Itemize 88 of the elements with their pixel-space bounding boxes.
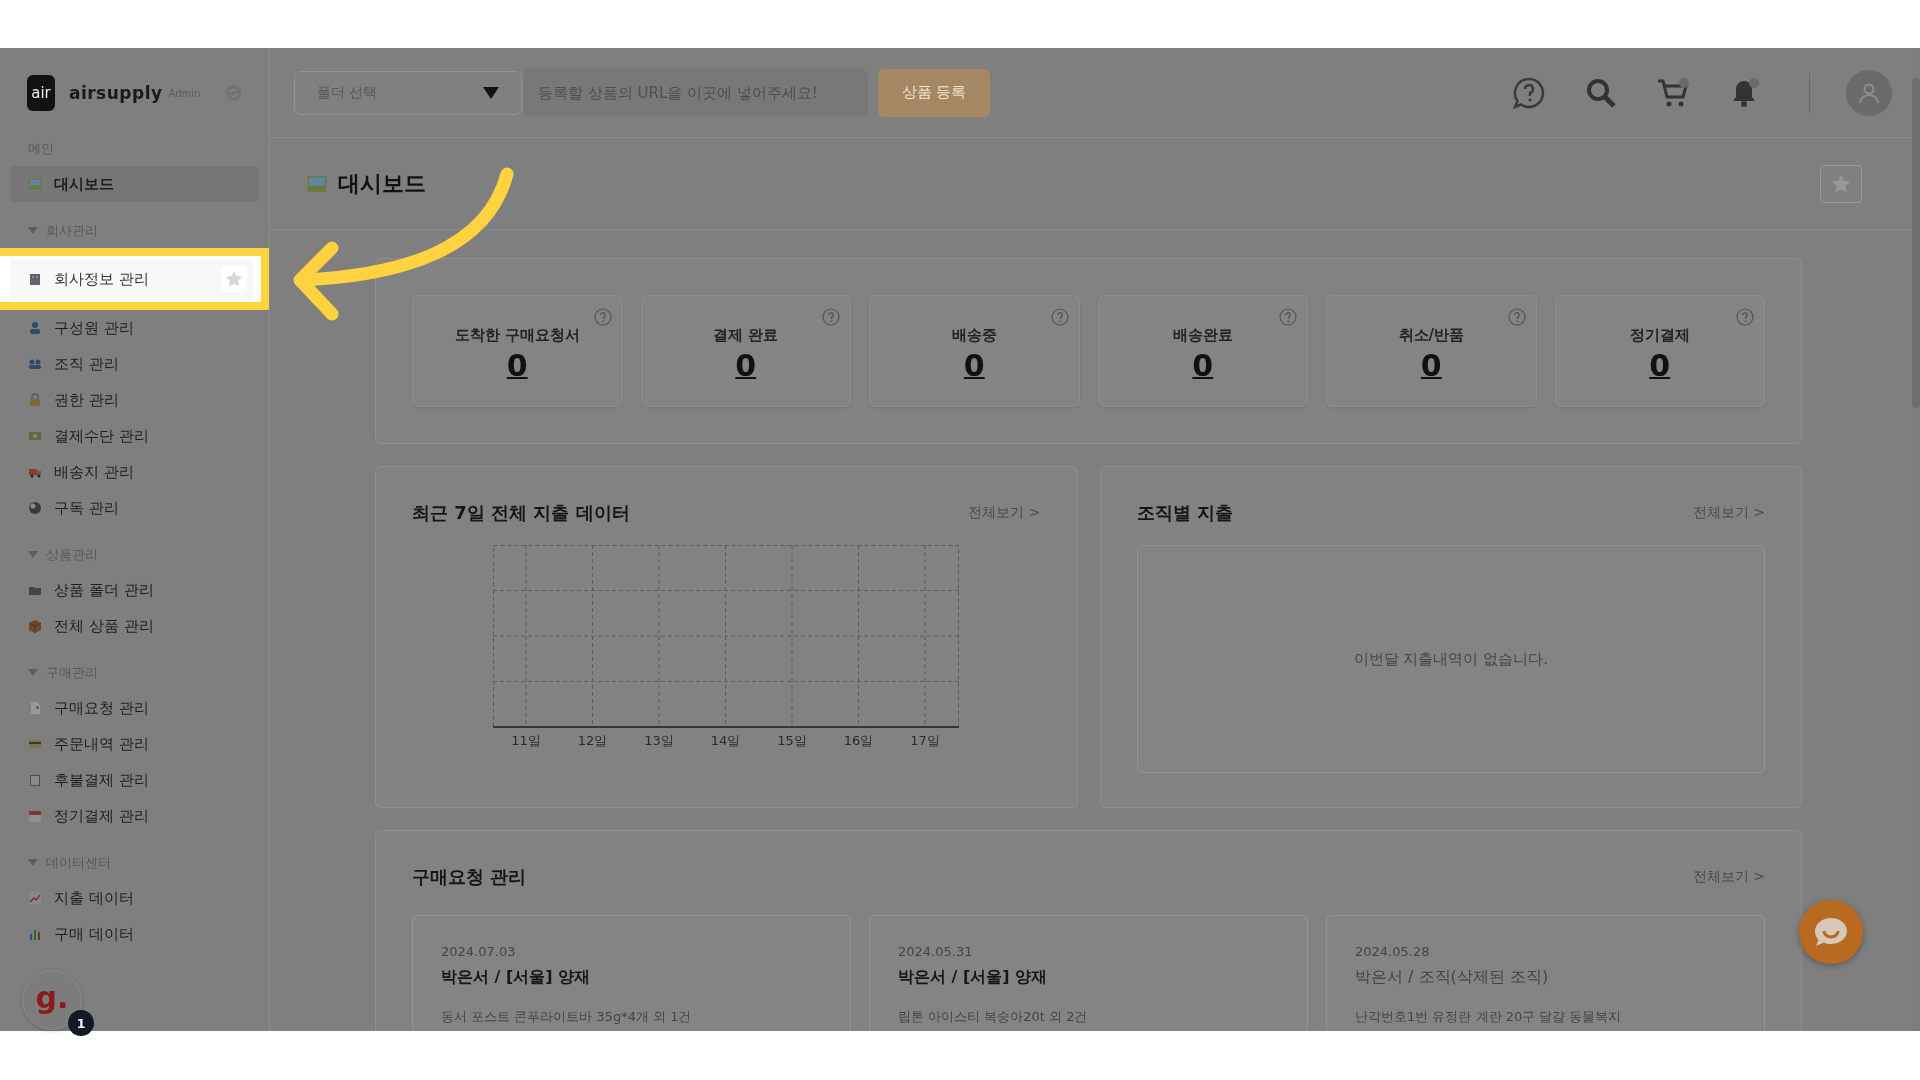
request-card[interactable]: 2024.05.31 박은서 / [서울] 양재 립톤 아이스티 복숭아20t 외 2건 bbox=[869, 915, 1308, 1031]
request-title: 박은서 / 조직(삭제된 조직) bbox=[1355, 967, 1550, 988]
brand-logo: air bbox=[27, 75, 55, 111]
stat-value[interactable]: 0 bbox=[735, 349, 757, 382]
empty-message: 이번달 지출내역이 없습니다. bbox=[1353, 649, 1548, 669]
caret-icon bbox=[483, 86, 499, 99]
sidebar-item[interactable]: 전체 상품 관리 bbox=[10, 608, 259, 644]
panel-title: 조직별 지출 bbox=[1136, 501, 1233, 525]
axis-label: 14일 bbox=[711, 733, 741, 748]
register-button[interactable]: 상품 등록 bbox=[878, 68, 990, 117]
stat-value[interactable]: 0 bbox=[1420, 349, 1442, 382]
request-date: 2024.05.31 bbox=[898, 944, 974, 959]
sidebar-item[interactable]: 상품 폴더 관리 bbox=[10, 572, 259, 608]
help-icon[interactable] bbox=[1736, 308, 1754, 326]
document-icon bbox=[28, 701, 42, 715]
lock-icon bbox=[28, 393, 42, 407]
axis-label: 17일 bbox=[910, 733, 940, 748]
view-all-link[interactable]: 전체보기 > bbox=[1692, 504, 1765, 522]
request-date: 2024.05.28 bbox=[1355, 944, 1431, 959]
sidebar-item[interactable]: 대시보드 bbox=[10, 166, 259, 202]
sidebar-item[interactable]: 후불결제 관리 bbox=[10, 762, 259, 798]
stat-label: 배송중 bbox=[951, 326, 997, 345]
chat-bubble-icon bbox=[1813, 916, 1849, 948]
help-icon[interactable] bbox=[822, 308, 840, 326]
sidebar-item[interactable]: 구성원 관리 bbox=[10, 310, 259, 346]
person-icon bbox=[28, 321, 42, 335]
axis-label: 11일 bbox=[511, 733, 541, 748]
globe-icon bbox=[28, 501, 42, 515]
sidebar-item[interactable]: 정기결제 관리 bbox=[10, 798, 259, 834]
avatar-button[interactable] bbox=[1846, 69, 1892, 116]
view-all-link[interactable]: 전체보기 > bbox=[968, 504, 1041, 522]
stat-value[interactable]: 0 bbox=[963, 349, 985, 382]
picture-icon bbox=[28, 177, 42, 191]
box-icon bbox=[28, 619, 42, 633]
stat-value[interactable]: 0 bbox=[506, 349, 528, 382]
chart-bar-icon bbox=[28, 927, 42, 941]
stat-label: 도착한 구매요청서 bbox=[454, 326, 580, 345]
building-icon bbox=[28, 272, 42, 286]
axis-label: 15일 bbox=[777, 733, 807, 748]
stat-label: 취소/반품 bbox=[1398, 326, 1464, 345]
people-icon bbox=[28, 357, 42, 371]
panel-title: 최근 7일 전체 지출 데이터 bbox=[412, 501, 630, 525]
axis-label: 12일 bbox=[578, 733, 608, 748]
request-title: 박은서 / [서울] 양재 bbox=[441, 967, 592, 988]
help-icon[interactable] bbox=[1507, 308, 1526, 326]
sidebar-item[interactable]: 결제수단 관리 bbox=[10, 418, 259, 454]
sidebar-item[interactable]: 회사정보 관리 bbox=[10, 259, 253, 299]
request-title: 박은서 / [서울] 양재 bbox=[898, 967, 1049, 988]
money-icon bbox=[28, 429, 42, 443]
help-icon[interactable] bbox=[593, 308, 612, 326]
clipboard-icon bbox=[28, 773, 42, 787]
sidebar-item[interactable]: 조직 관리 bbox=[10, 346, 259, 382]
chart-line-icon bbox=[28, 891, 42, 905]
caret-icon[interactable] bbox=[28, 859, 38, 867]
stat-label: 정기결제 bbox=[1629, 326, 1690, 345]
view-all-link[interactable]: 전체보기 > bbox=[1692, 868, 1765, 886]
caret-icon[interactable] bbox=[28, 227, 38, 235]
sidebar-item[interactable]: 주문내역 관리 bbox=[10, 726, 259, 762]
star-icon bbox=[224, 269, 244, 289]
caret-icon[interactable] bbox=[28, 669, 38, 677]
request-summary: 립톤 아이스티 복숭아20t 외 2건 bbox=[898, 1008, 1089, 1026]
sidebar-item[interactable]: 구매요청 관리 bbox=[10, 690, 259, 726]
calendar-icon bbox=[28, 809, 42, 823]
caret-icon[interactable] bbox=[28, 551, 38, 559]
stat-value[interactable]: 0 bbox=[1649, 349, 1671, 382]
request-card[interactable]: 2024.05.28 박은서 / 조직(삭제된 조직) 난각번호1번 유정란 계란 20구 달걀 동물복지 bbox=[1326, 915, 1765, 1031]
brand-name: airsupply bbox=[68, 83, 163, 103]
axis-label: 13일 bbox=[644, 733, 674, 748]
star-button[interactable] bbox=[221, 266, 247, 292]
panel-title: 구매요청 관리 bbox=[412, 865, 527, 889]
axis-label: 16일 bbox=[844, 733, 874, 748]
sidebar-item[interactable]: 구독 관리 bbox=[10, 490, 259, 526]
sidebar-item[interactable]: 권한 관리 bbox=[10, 382, 259, 418]
stat-label: 배송완료 bbox=[1172, 326, 1233, 345]
help-icon[interactable] bbox=[1279, 308, 1297, 326]
stat-value[interactable]: 0 bbox=[1192, 349, 1214, 382]
request-summary: 동서 포스트 콘푸라이트바 35g*4개 외 1건 bbox=[441, 1008, 693, 1026]
card-icon bbox=[28, 737, 42, 751]
sidebar-item[interactable]: 배송지 관리 bbox=[10, 454, 259, 490]
request-summary: 난각번호1번 유정란 계란 20구 달걀 동물복지 bbox=[1355, 1008, 1623, 1026]
sidebar-item[interactable]: 구매 데이터 bbox=[10, 916, 259, 952]
stat-label: 결제 완료 bbox=[713, 326, 779, 345]
favorite-button[interactable] bbox=[1820, 164, 1862, 203]
request-date: 2024.07.03 bbox=[441, 944, 517, 959]
page-title: 대시보드 bbox=[338, 169, 427, 198]
help-icon[interactable] bbox=[1050, 308, 1069, 326]
sidebar-item[interactable]: 지출 데이터 bbox=[10, 880, 259, 916]
request-card[interactable]: 2024.07.03 박은서 / [서울] 양재 동서 포스트 콘푸라이트바 35g*4개 외 1건 bbox=[412, 915, 851, 1031]
